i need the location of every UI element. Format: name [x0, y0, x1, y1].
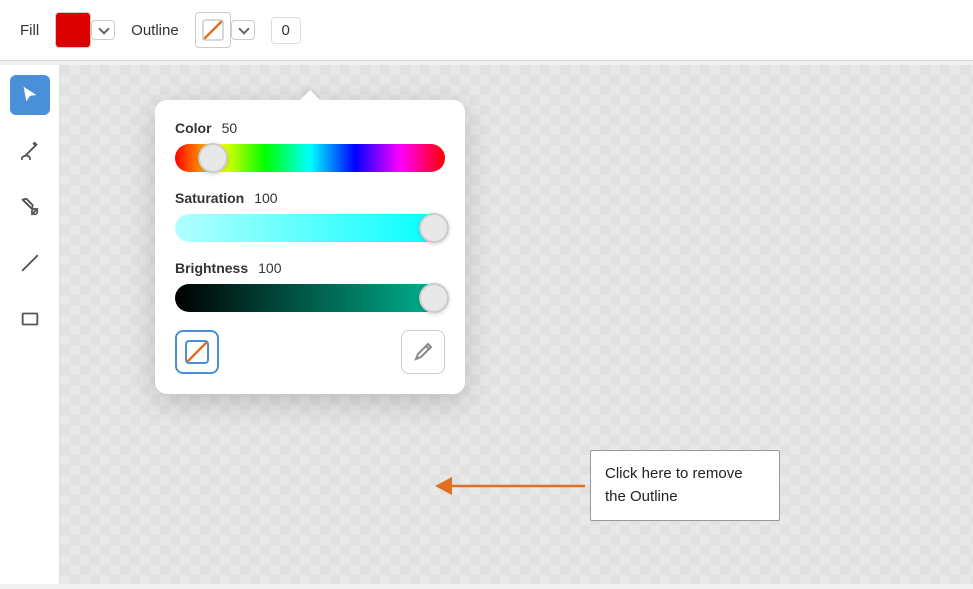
popup-bottom-row [175, 330, 445, 374]
brightness-slider-thumb[interactable] [419, 283, 449, 313]
saturation-slider-track[interactable] [175, 214, 445, 242]
sidebar-tool-line[interactable] [10, 243, 50, 283]
annotation-text: Click here to remove the Outline [605, 465, 743, 505]
outline-chevron-icon [238, 23, 249, 34]
annotation-tooltip: Click here to remove the Outline [590, 450, 780, 521]
no-fill-icon [183, 338, 211, 366]
sidebar-tool-rectangle[interactable] [10, 299, 50, 339]
toolbar: Fill Outline 0 [0, 0, 973, 61]
brightness-slider-section: Brightness 100 [175, 260, 445, 312]
select-icon [19, 84, 41, 106]
outline-slash-icon [201, 18, 225, 42]
saturation-value: 100 [254, 190, 277, 206]
brightness-value: 100 [258, 260, 281, 276]
saturation-label: Saturation [175, 190, 244, 206]
sidebar-tool-brush[interactable] [10, 131, 50, 171]
outline-label: Outline [131, 22, 179, 39]
rectangle-icon [19, 308, 41, 330]
left-sidebar [0, 65, 60, 584]
line-icon [19, 252, 41, 274]
bucket-icon [19, 196, 41, 218]
hue-slider-track[interactable] [175, 144, 445, 172]
fill-color-swatch[interactable] [55, 12, 91, 48]
hue-slider-section: Color 50 [175, 120, 445, 172]
brightness-label: Brightness [175, 260, 248, 276]
saturation-slider-thumb[interactable] [419, 213, 449, 243]
color-picker-popup: Color 50 Saturation 100 Brightness 100 [155, 100, 465, 394]
annotation-arrow-svg [430, 461, 590, 511]
sidebar-tool-bucket[interactable] [10, 187, 50, 227]
outline-icon-box[interactable] [195, 12, 231, 48]
edit-color-button[interactable] [401, 330, 445, 374]
saturation-slider-section: Saturation 100 [175, 190, 445, 242]
brightness-slider-track[interactable] [175, 284, 445, 312]
hue-label: Color [175, 120, 212, 136]
hue-value: 50 [222, 120, 238, 136]
annotation-container: Click here to remove the Outline [430, 450, 780, 521]
no-fill-button[interactable] [175, 330, 219, 374]
sidebar-tool-select[interactable] [10, 75, 50, 115]
edit-pencil-icon [412, 341, 434, 363]
fill-label: Fill [20, 22, 39, 39]
outline-dropdown-button[interactable] [231, 20, 255, 40]
fill-chevron-icon [99, 23, 110, 34]
hue-slider-thumb[interactable] [198, 143, 228, 173]
outline-value-input[interactable]: 0 [271, 17, 301, 44]
fill-dropdown-button[interactable] [91, 20, 115, 40]
brush-icon [19, 140, 41, 162]
